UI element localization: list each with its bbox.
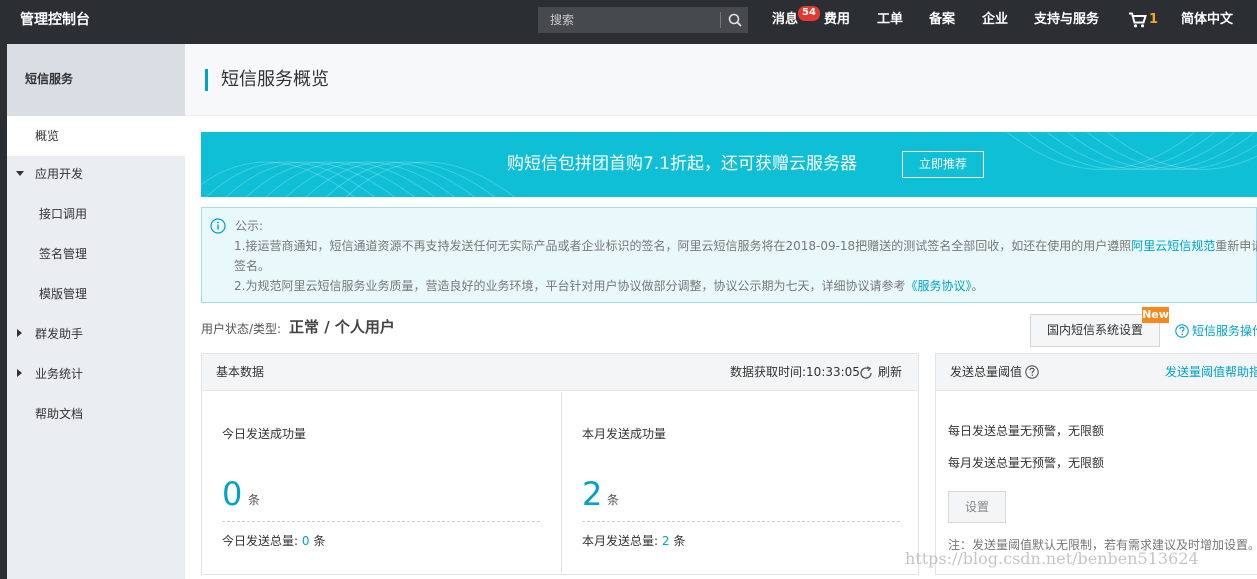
- notice-line-1-cont: 签名。: [234, 259, 271, 273]
- service-agreement-link[interactable]: 《服务协议》: [905, 279, 971, 293]
- dashed-divider: [222, 521, 540, 522]
- nav-tickets[interactable]: 工单: [877, 0, 903, 40]
- notice-line-2: 2.为规范阿里云短信服务业务质量，营造良好的业务环境，平台针对用户协议做部分调整…: [234, 276, 984, 296]
- nav-enterprise[interactable]: 企业: [982, 0, 1008, 40]
- promo-banner[interactable]: 购短信包拼团首购7.1折起，还可获赠云服务器 立即推荐: [201, 132, 1257, 197]
- threshold-header: 发送总量阈值 发送量阈值帮助指: [936, 354, 1257, 391]
- watermark: https://blog.csdn.net/benben513624: [905, 549, 1199, 568]
- sidebar-item-label: 业务统计: [35, 367, 84, 381]
- product-nav-strip: [0, 44, 7, 579]
- cart-icon: [1129, 12, 1147, 28]
- page-header: 短信服务概览: [185, 44, 1257, 116]
- month-success-unit: 条: [607, 493, 620, 507]
- banner-text: 购短信包拼团首购7.1折起，还可获赠云服务器: [507, 154, 858, 174]
- sidebar-title: 短信服务: [25, 72, 74, 86]
- title-accent-bar: [205, 69, 208, 91]
- refresh-button[interactable]: 刷新: [878, 354, 902, 391]
- sidebar-item-label: 签名管理: [39, 247, 88, 261]
- sidebar-item-stats[interactable]: 业务统计: [7, 354, 185, 394]
- sidebar-item-docs[interactable]: 帮助文档: [7, 394, 185, 434]
- sidebar-item-signature[interactable]: 签名管理: [7, 234, 185, 274]
- sidebar-item-label: 接口调用: [39, 207, 88, 221]
- sms-policy-link[interactable]: 阿里云短信规范: [1131, 239, 1215, 253]
- month-success-value: 2: [582, 475, 603, 513]
- sidebar-header: 短信服务: [7, 44, 185, 116]
- page-title: 短信服务概览: [221, 69, 329, 90]
- basic-data-header: 基本数据 数据获取时间:10:33:05 刷新: [202, 354, 918, 391]
- caret-right-icon: [17, 369, 22, 377]
- notice-text: 重新申请: [1215, 239, 1257, 253]
- today-total-unit: 条: [313, 534, 326, 548]
- notice-box: 公示: 1.接运营商通知，短信通道资源不再支持发送任何无实际产品或者企业标识的签…: [201, 207, 1257, 303]
- notice-line-1: 1.接运营商通知，短信通道资源不再支持发送任何无实际产品或者企业标识的签名，阿里…: [234, 236, 1257, 256]
- month-total-label: 本月发送总量:: [582, 534, 659, 548]
- info-icon: [210, 218, 226, 234]
- notice-text: 。: [971, 279, 984, 293]
- today-total-value[interactable]: 0: [302, 534, 310, 548]
- user-status-value: 正常 / 个人用户: [289, 318, 395, 336]
- sidebar: 短信服务 概览 应用开发 接口调用 签名管理 模版管理 群发助手 业务统计 帮助…: [7, 44, 185, 579]
- notice-title: 公示:: [235, 219, 264, 233]
- fetch-time: 数据获取时间:10:33:05: [730, 365, 860, 379]
- search-box: [538, 7, 748, 33]
- cart-count: 1: [1149, 12, 1159, 27]
- sidebar-item-overview[interactable]: 概览: [7, 116, 185, 156]
- sidebar-item-api-call[interactable]: 接口调用: [7, 194, 185, 234]
- threshold-help-link[interactable]: 发送量阈值帮助指: [1165, 354, 1257, 391]
- search-divider: [720, 12, 721, 28]
- nav-language[interactable]: 简体中文: [1181, 0, 1233, 40]
- sidebar-item-label: 帮助文档: [35, 407, 84, 421]
- basic-data-panel: 基本数据 数据获取时间:10:33:05 刷新 今日发送成功量 0 条 今日发送…: [201, 353, 919, 575]
- domestic-sms-settings-button[interactable]: 国内短信系统设置: [1030, 314, 1160, 347]
- nav-icp[interactable]: 备案: [929, 0, 955, 40]
- console-brand[interactable]: 管理控制台: [20, 0, 90, 40]
- new-badge: New: [1142, 307, 1169, 323]
- nav-messages-label: 消息: [772, 12, 799, 27]
- today-success-value: 0: [222, 475, 243, 513]
- question-icon: [1175, 324, 1189, 338]
- caret-right-icon: [17, 329, 22, 337]
- threshold-title: 发送总量阈值: [950, 354, 1042, 391]
- sidebar-item-label: 应用开发: [35, 167, 84, 181]
- column-divider: [561, 392, 562, 574]
- today-total-label: 今日发送总量:: [222, 534, 299, 548]
- dashed-divider: [582, 521, 900, 522]
- nav-support[interactable]: 支持与服务: [1034, 0, 1099, 40]
- top-navbar: 管理控制台 消息 54 费用 工单 备案 企业 支持与服务 1 简体中文: [0, 0, 1257, 44]
- monthly-threshold-text: 每月发送总量无预警，无限额: [948, 456, 1105, 470]
- daily-threshold-text: 每日发送总量无预警，无限额: [948, 424, 1105, 438]
- notice-text: 1.接运营商通知，短信通道资源不再支持发送任何无实际产品或者企业标识的签名，阿里…: [234, 239, 1132, 253]
- caret-down-icon: [16, 171, 24, 176]
- threshold-panel: 发送总量阈值 发送量阈值帮助指 每日发送总量无预警，无限额 每月发送总量无预警，…: [935, 353, 1257, 575]
- messages-badge: 54: [798, 6, 820, 21]
- month-total-unit: 条: [673, 534, 686, 548]
- sidebar-item-label: 群发助手: [35, 327, 84, 341]
- month-total-value[interactable]: 2: [662, 534, 670, 548]
- today-success-label: 今日发送成功量: [222, 427, 307, 441]
- sms-operations-help-link[interactable]: 短信服务操作: [1175, 323, 1257, 339]
- notice-text: 2.为规范阿里云短信服务业务质量，营造良好的业务环境，平台针对用户协议做部分调整…: [234, 279, 906, 293]
- help-link-label: 短信服务操作: [1192, 324, 1257, 338]
- sidebar-item-app-dev[interactable]: 应用开发: [7, 154, 185, 194]
- nav-messages[interactable]: 消息 54: [772, 0, 820, 40]
- today-success-unit: 条: [248, 493, 261, 507]
- sidebar-item-bulk[interactable]: 群发助手: [7, 314, 185, 354]
- month-success-label: 本月发送成功量: [582, 427, 667, 441]
- threshold-title-label: 发送总量阈值: [950, 365, 1023, 379]
- today-total: 今日发送总量: 0 条: [222, 533, 325, 549]
- sidebar-item-label: 模版管理: [39, 287, 88, 301]
- sidebar-item-label: 概览: [35, 129, 60, 143]
- question-icon[interactable]: [1025, 365, 1039, 379]
- user-status-label: 用户状态/类型:: [201, 322, 282, 336]
- month-total: 本月发送总量: 2 条: [582, 533, 685, 549]
- recommend-now-button[interactable]: 立即推荐: [902, 151, 984, 178]
- sidebar-item-template[interactable]: 模版管理: [7, 274, 185, 314]
- search-icon[interactable]: [728, 13, 742, 27]
- refresh-icon[interactable]: [859, 366, 873, 380]
- basic-data-title: 基本数据: [216, 365, 265, 379]
- search-input[interactable]: [538, 7, 720, 33]
- threshold-settings-button[interactable]: 设置: [948, 491, 1006, 523]
- nav-billing[interactable]: 费用: [824, 0, 850, 40]
